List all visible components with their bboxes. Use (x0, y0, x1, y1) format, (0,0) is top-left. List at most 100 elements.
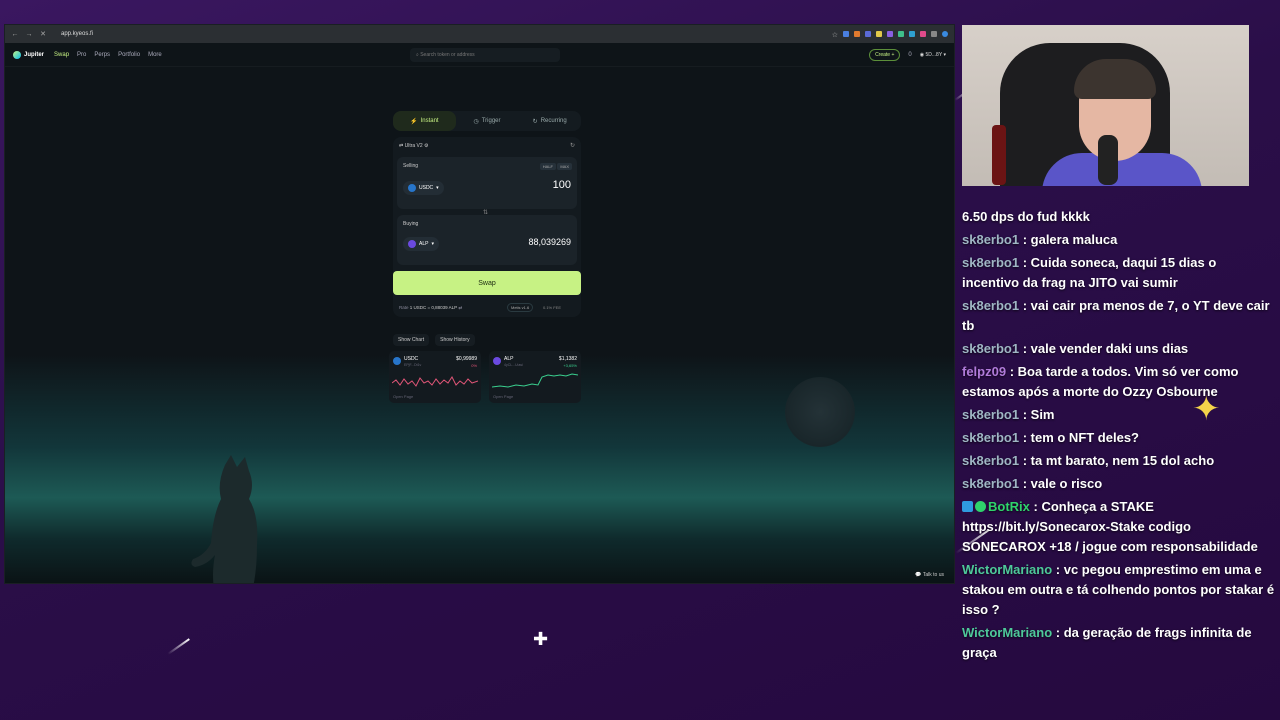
chat-message: WictorMariano : vc pegou emprestimo em u… (962, 560, 1276, 620)
chat-text: : tem o NFT deles? (1019, 430, 1139, 445)
extension-icon[interactable] (843, 31, 849, 37)
chat-username[interactable]: sk8erbo1 (962, 453, 1019, 468)
swap-button[interactable]: Swap (393, 271, 581, 295)
tab-label: Instant (420, 118, 439, 124)
usdc-icon (393, 357, 401, 365)
selling-box: Selling HALF MAX USDC ▾ 100 (397, 157, 577, 209)
notifications-count[interactable]: 0 (908, 52, 911, 58)
extension-icon[interactable] (931, 31, 937, 37)
alp-icon (493, 357, 501, 365)
search-input[interactable]: ⌕ Search token or address (410, 48, 560, 62)
token-name: ALP (504, 356, 514, 362)
chat-username[interactable]: sk8erbo1 (962, 407, 1019, 422)
chat-username[interactable]: felpz09 (962, 364, 1006, 379)
show-chart-button[interactable]: Show Chart (393, 334, 430, 346)
max-button[interactable]: MAX (557, 163, 572, 170)
wallet-button[interactable]: ◉ 5D...8Y ▾ (920, 52, 946, 58)
bot-badge-icon (962, 501, 973, 512)
token-card-alp[interactable]: ALP 4yCL...Uuwi $1,1382 +3,65% Open Page (489, 351, 581, 403)
chat-username[interactable]: WictorMariano (962, 625, 1052, 640)
chat-username[interactable]: sk8erbo1 (962, 298, 1019, 313)
chat-text: 6.50 dps do fud kkkk (962, 209, 1090, 224)
extension-icon[interactable] (876, 31, 882, 37)
chat-username[interactable]: sk8erbo1 (962, 430, 1019, 445)
create-button[interactable]: Create + (869, 48, 901, 61)
tab-label: Recurring (540, 118, 567, 124)
nav-portfolio[interactable]: Portfolio (118, 52, 140, 58)
chat-message: sk8erbo1 : tem o NFT deles? (962, 428, 1276, 448)
extension-icon[interactable] (887, 31, 893, 37)
show-history-button[interactable]: Show History (435, 334, 475, 346)
recurring-icon: ↻ (532, 118, 538, 125)
router-badge[interactable]: Metis v1.6 (507, 303, 534, 312)
reload-icon[interactable]: ✕ (39, 30, 47, 38)
chat-username[interactable]: sk8erbo1 (962, 232, 1019, 247)
chat-bubble-icon: 💬 (915, 572, 922, 578)
half-button[interactable]: HALF (539, 163, 556, 170)
tab-instant[interactable]: ⚡ Instant (393, 111, 456, 131)
profile-icon[interactable] (942, 31, 948, 37)
tab-recurring[interactable]: ↻ Recurring (518, 111, 581, 131)
address-bar[interactable]: app.kyeos.fi (61, 31, 93, 37)
buy-token-selector[interactable]: ALP ▾ (403, 237, 439, 251)
ultra-mode-text: Ultra V2 (404, 143, 423, 149)
chat-message: sk8erbo1 : galera maluca (962, 230, 1276, 250)
extension-icon[interactable] (909, 31, 915, 37)
sell-amount-input[interactable]: 100 (553, 179, 571, 191)
token-change: 0% (471, 363, 477, 368)
nav-more[interactable]: More (148, 52, 162, 58)
back-icon[interactable]: ← (11, 31, 19, 38)
logo-text: Jupiter (24, 51, 45, 58)
extension-icon[interactable] (920, 31, 926, 37)
bookmark-icon[interactable]: ☆ (832, 31, 838, 39)
verified-badge-icon (975, 501, 986, 512)
token-address: 4yCL...Uuwi (504, 363, 523, 367)
buying-box: Buying ALP ▾ 88,039269 (397, 215, 577, 265)
price-sparkline (392, 376, 478, 387)
nav-pro[interactable]: Pro (77, 52, 86, 58)
streamer-hair (1074, 59, 1156, 99)
chat-text: : vale o risco (1019, 476, 1103, 491)
nav-perps[interactable]: Perps (94, 52, 110, 58)
trigger-icon: ◷ (473, 118, 479, 125)
usdc-icon (408, 184, 416, 192)
chat-username[interactable]: sk8erbo1 (962, 341, 1019, 356)
chevron-down-icon: ▾ (436, 185, 439, 191)
refresh-icon[interactable]: ↻ (570, 142, 575, 149)
extensions-bar: ☆ (832, 31, 948, 39)
forward-icon[interactable]: → (25, 31, 33, 38)
sell-token-selector[interactable]: USDC ▾ (403, 181, 444, 195)
chat-username[interactable]: WictorMariano (962, 562, 1052, 577)
ultra-mode-label[interactable]: ⇄ Ultra V2 ⚙ (399, 143, 429, 149)
jupiter-logo[interactable]: Jupiter (13, 50, 45, 59)
browser-toolbar: ← → ✕ app.kyeos.fi ☆ (5, 25, 954, 43)
lightning-icon: ⚡ (410, 118, 418, 125)
sparkle-icon: ✚ (533, 629, 549, 649)
chair-accent (992, 125, 1006, 185)
extension-icon[interactable] (898, 31, 904, 37)
rate-label: Rate (399, 305, 409, 310)
tab-trigger[interactable]: ◷ Trigger (456, 111, 519, 131)
chat-username[interactable]: BotRix (988, 499, 1030, 514)
chat-message: sk8erbo1 : ta mt barato, nem 15 dol acho (962, 451, 1276, 471)
chat-text: : Sim (1019, 407, 1055, 422)
chat-message: 6.50 dps do fud kkkk (962, 207, 1276, 227)
swap-panel: ⇄ Ultra V2 ⚙ ↻ Selling HALF MAX USDC ▾ 1… (393, 137, 581, 317)
chat-text: : vale vender daki uns dias (1019, 341, 1189, 356)
extension-icon[interactable] (854, 31, 860, 37)
tab-label: Trigger (481, 118, 501, 124)
buy-amount: 88,039269 (528, 237, 571, 247)
chat-message: felpz09 : Boa tarde a todos. Vim só ver … (962, 362, 1276, 402)
chat-username[interactable]: sk8erbo1 (962, 476, 1019, 491)
chat-username[interactable]: sk8erbo1 (962, 255, 1019, 270)
token-card-usdc[interactable]: USDC EPjF...Dt1v $0,99989 0% Open Page (389, 351, 481, 403)
nav-right: Create + 0 ◉ 5D...8Y ▾ (869, 48, 946, 61)
chat-text: : ta mt barato, nem 15 dol acho (1019, 453, 1215, 468)
cat-silhouette (191, 455, 258, 583)
open-page-link[interactable]: Open Page (393, 394, 413, 399)
extension-icon[interactable] (865, 31, 871, 37)
nav-swap[interactable]: Swap (54, 52, 69, 58)
chat-message: BotRix : Conheça a STAKE https://bit.ly/… (962, 497, 1276, 557)
talk-to-us-button[interactable]: 💬 Talk to us (915, 572, 944, 578)
open-page-link[interactable]: Open Page (493, 394, 513, 399)
